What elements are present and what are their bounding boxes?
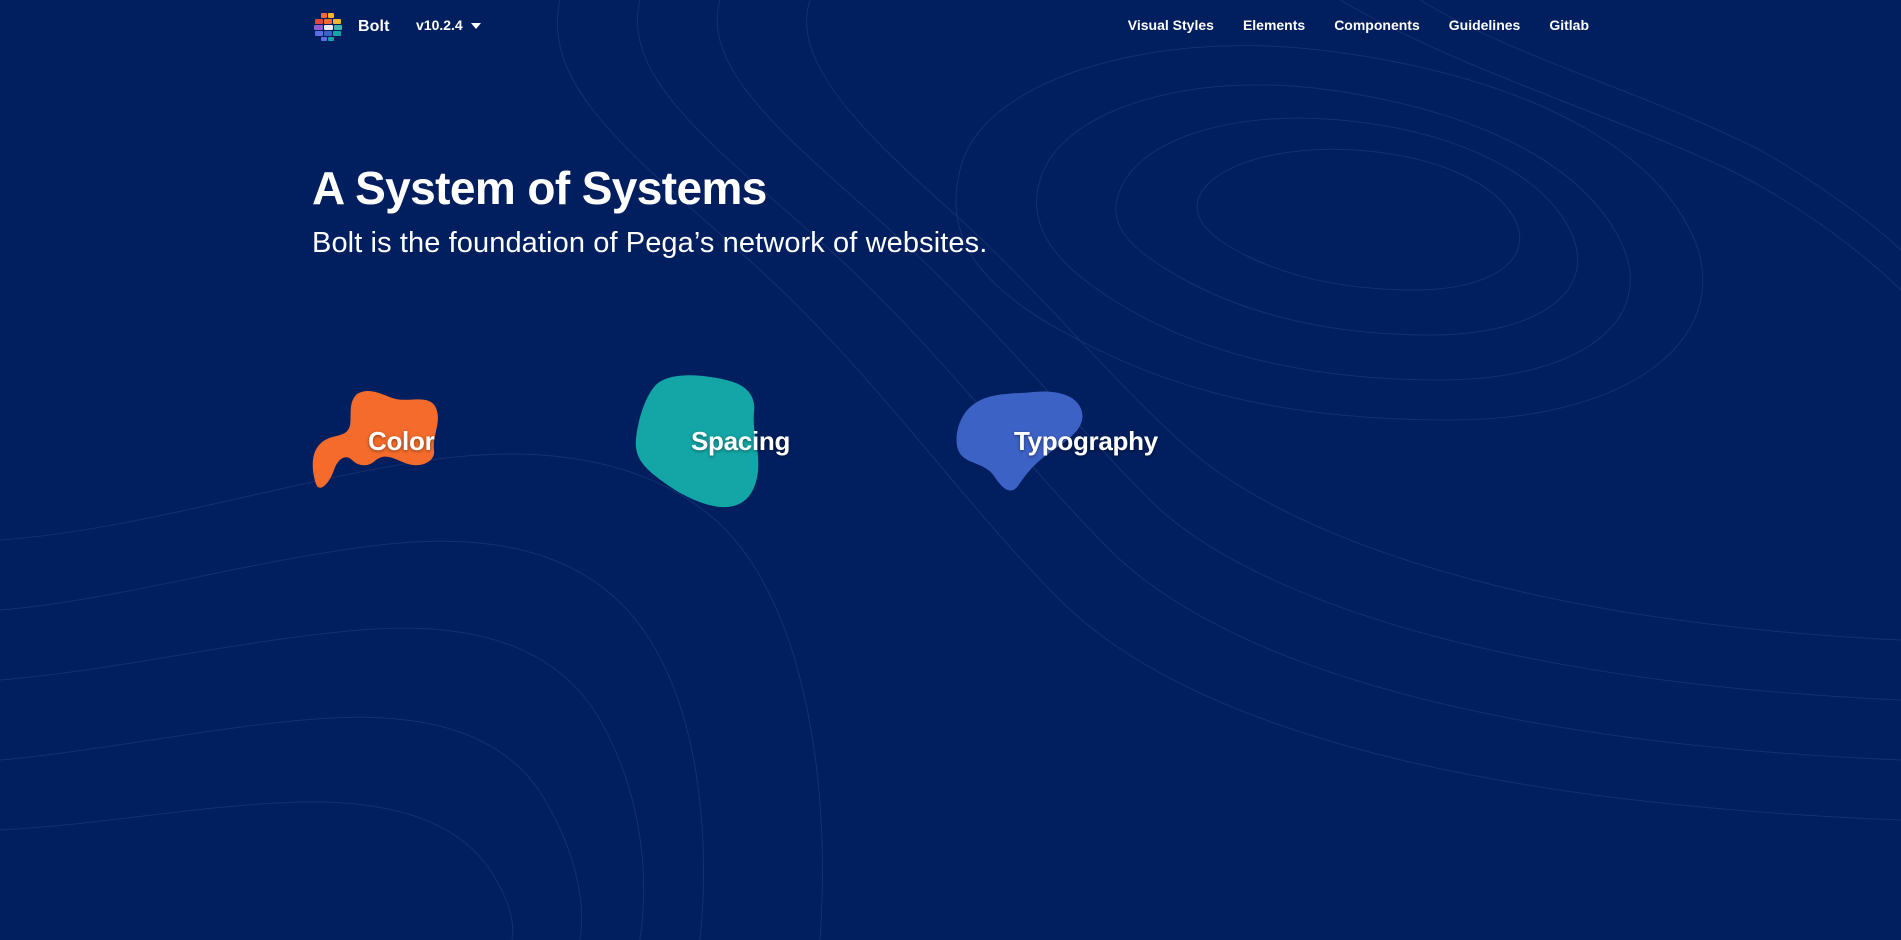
hero: A System of Systems Bolt is the foundati…	[312, 160, 1412, 263]
top-navigation: Bolt v10.2.4 Visual Styles Elements Comp…	[312, 10, 1589, 44]
version-dropdown[interactable]: v10.2.4	[416, 17, 481, 33]
tile-typography-label: Typography	[1014, 426, 1158, 456]
page: Bolt v10.2.4 Visual Styles Elements Comp…	[0, 0, 1901, 940]
tile-color-link[interactable]: Color	[312, 388, 492, 528]
nav-item-visual-styles[interactable]: Visual Styles	[1128, 17, 1214, 33]
main-nav: Visual Styles Elements Components Guidel…	[1128, 17, 1589, 33]
version-label: v10.2.4	[416, 17, 463, 33]
tile-spacing-label: Spacing	[691, 426, 791, 456]
nav-item-elements[interactable]: Elements	[1243, 17, 1305, 33]
contour-background	[0, 0, 1901, 940]
tile-spacing-link[interactable]: Spacing	[634, 373, 834, 513]
page-subtitle: Bolt is the foundation of Pega’s network…	[312, 227, 988, 259]
nav-item-gitlab[interactable]: Gitlab	[1549, 17, 1589, 33]
caret-down-icon	[470, 23, 481, 29]
brand-home-link[interactable]: Bolt	[312, 11, 390, 43]
bolt-logo-icon	[314, 13, 342, 41]
brand-name: Bolt	[358, 18, 390, 35]
tile-color-label: Color	[368, 426, 435, 456]
tile-typography-link[interactable]: Typography	[956, 390, 1196, 530]
nav-item-components[interactable]: Components	[1334, 17, 1420, 33]
page-title: A System of Systems	[312, 162, 767, 214]
nav-item-guidelines[interactable]: Guidelines	[1449, 17, 1521, 33]
